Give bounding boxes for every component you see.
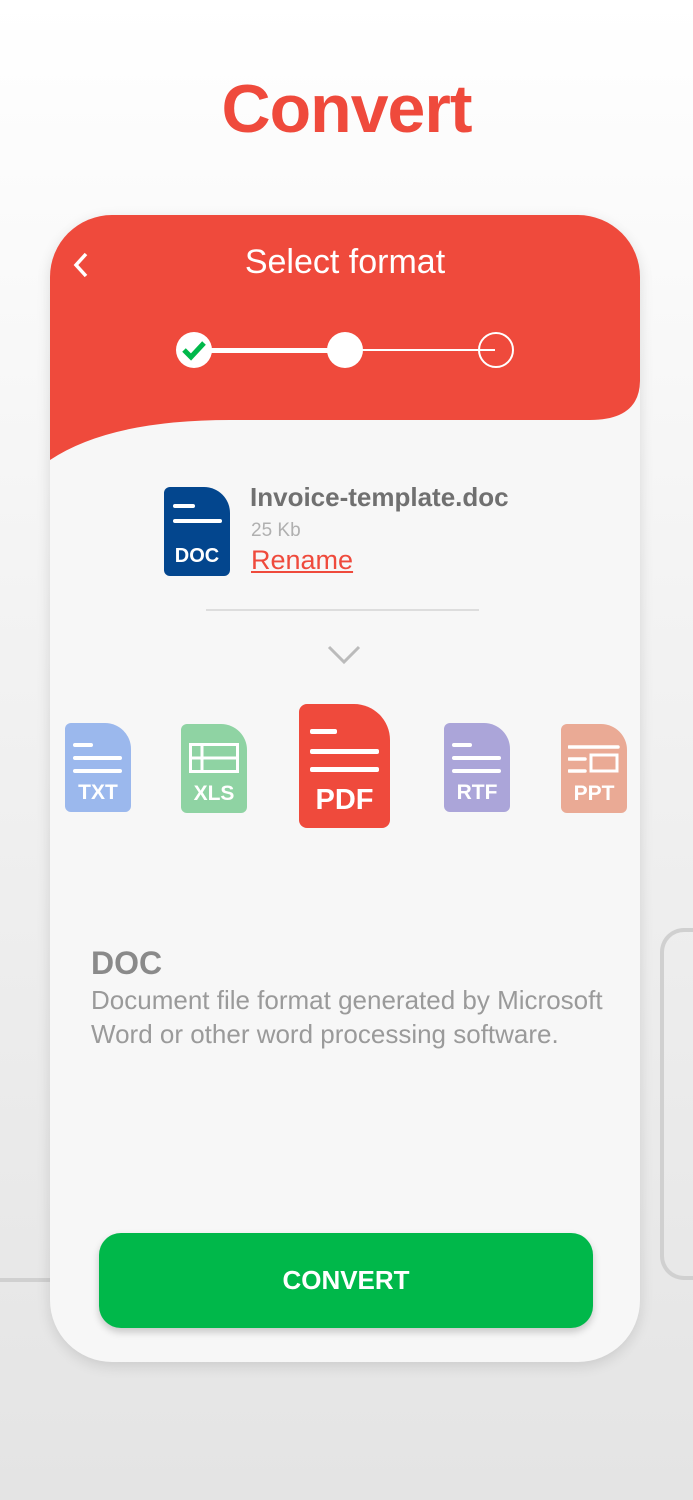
convert-button[interactable]: CONVERT: [99, 1233, 593, 1328]
format-xls[interactable]: XLS: [181, 724, 247, 813]
format-txt[interactable]: TXT: [65, 723, 131, 812]
doc-file-icon: DOC: [164, 487, 230, 576]
format-description-title: DOC: [91, 945, 163, 981]
stepper-line: [345, 349, 495, 351]
decorative-line: [660, 928, 693, 1280]
file-name: Invoice-template.doc: [250, 482, 509, 512]
convert-card: Select format DOC Invoice-template.doc 2…: [50, 215, 640, 1362]
format-description: Document file format generated by Micros…: [91, 985, 603, 1049]
format-rtf[interactable]: RTF: [444, 723, 510, 812]
check-icon: [182, 341, 206, 361]
divider: [206, 609, 479, 611]
page-title: Convert: [221, 71, 473, 147]
rename-link[interactable]: Rename: [251, 545, 353, 576]
file-size: 25 Kb: [251, 520, 301, 541]
step-1-completed: [176, 332, 212, 368]
format-ppt[interactable]: PPT: [561, 724, 627, 813]
table-icon: [189, 743, 239, 773]
header-title: Select format: [244, 243, 446, 281]
step-2-current: [327, 332, 363, 368]
step-3-pending: [478, 332, 514, 368]
chevron-down-icon: [327, 645, 361, 665]
format-pdf[interactable]: PDF: [299, 704, 390, 828]
slide-icon: [568, 745, 620, 773]
stepper-line-done: [210, 348, 345, 353]
